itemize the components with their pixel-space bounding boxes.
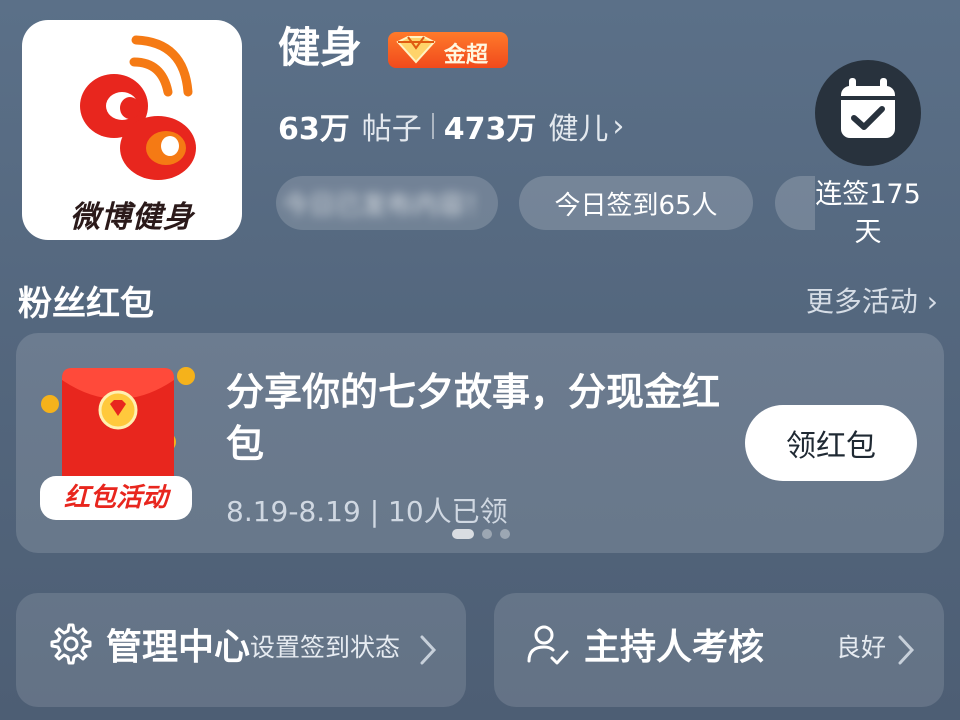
members-count: 473万	[443, 112, 537, 147]
chevron-right-icon	[420, 635, 437, 665]
gear-icon	[50, 623, 92, 665]
management-center-sub: 设置签到状态	[250, 633, 401, 662]
posts-label: 帖子	[361, 112, 422, 147]
calendar-check-icon	[841, 78, 895, 138]
red-packet-title: 分享你的七夕故事，分现金红包	[226, 370, 721, 466]
streak-line-1: 连签175	[815, 179, 921, 210]
red-packet-meta: 8.19-8.19 | 10人已领	[226, 495, 508, 528]
management-center-label: 管理中心	[106, 627, 251, 668]
red-packet-tag: 红包活动	[63, 483, 168, 513]
community-logo[interactable]: 微博健身	[22, 20, 242, 240]
checkin-today-text: 今日签到65人	[554, 190, 718, 221]
host-review-card[interactable]: 主持人考核 良好	[494, 593, 944, 707]
section-title: 粉丝红包	[18, 284, 154, 324]
chevron-right-icon: ›	[612, 108, 625, 144]
host-review-label: 主持人考核	[584, 627, 765, 668]
streak-line-2: 天	[854, 217, 882, 248]
blurred-pill[interactable]: 今日已发布内容！	[276, 176, 498, 230]
management-center-card[interactable]: 管理中心 设置签到状态	[16, 593, 466, 707]
community-title: 健身	[278, 23, 363, 72]
members-label: 健儿	[548, 112, 609, 147]
blurred-pill-text: 今日已发布内容！	[282, 190, 491, 221]
host-review-status: 良好	[836, 633, 887, 662]
diamond-icon	[396, 36, 436, 64]
claim-red-packet-button[interactable]: 领红包	[745, 405, 917, 481]
more-activities-link[interactable]: 更多活动 ›	[806, 280, 938, 320]
community-stats[interactable]: 63万 帖子 473万 健儿 ›	[278, 104, 624, 148]
red-packet-image: 红包活动	[36, 354, 196, 528]
checkin-today-pill[interactable]: 今日签到65人	[519, 176, 753, 230]
badge-label: 金超	[444, 43, 489, 68]
carousel-dot[interactable]	[452, 529, 474, 539]
checkin-button[interactable]	[815, 60, 921, 166]
chevron-right-icon	[898, 635, 915, 665]
posts-count: 63万	[278, 112, 350, 147]
logo-text: 微博健身	[70, 200, 194, 235]
stats-divider	[431, 113, 434, 139]
checkin-streak: 连签175 天	[800, 176, 936, 252]
level-badge[interactable]: 金超	[388, 32, 508, 68]
user-check-icon	[527, 625, 569, 665]
carousel-dot[interactable]	[500, 529, 510, 539]
carousel-indicator	[452, 529, 510, 539]
carousel-dot[interactable]	[482, 529, 492, 539]
